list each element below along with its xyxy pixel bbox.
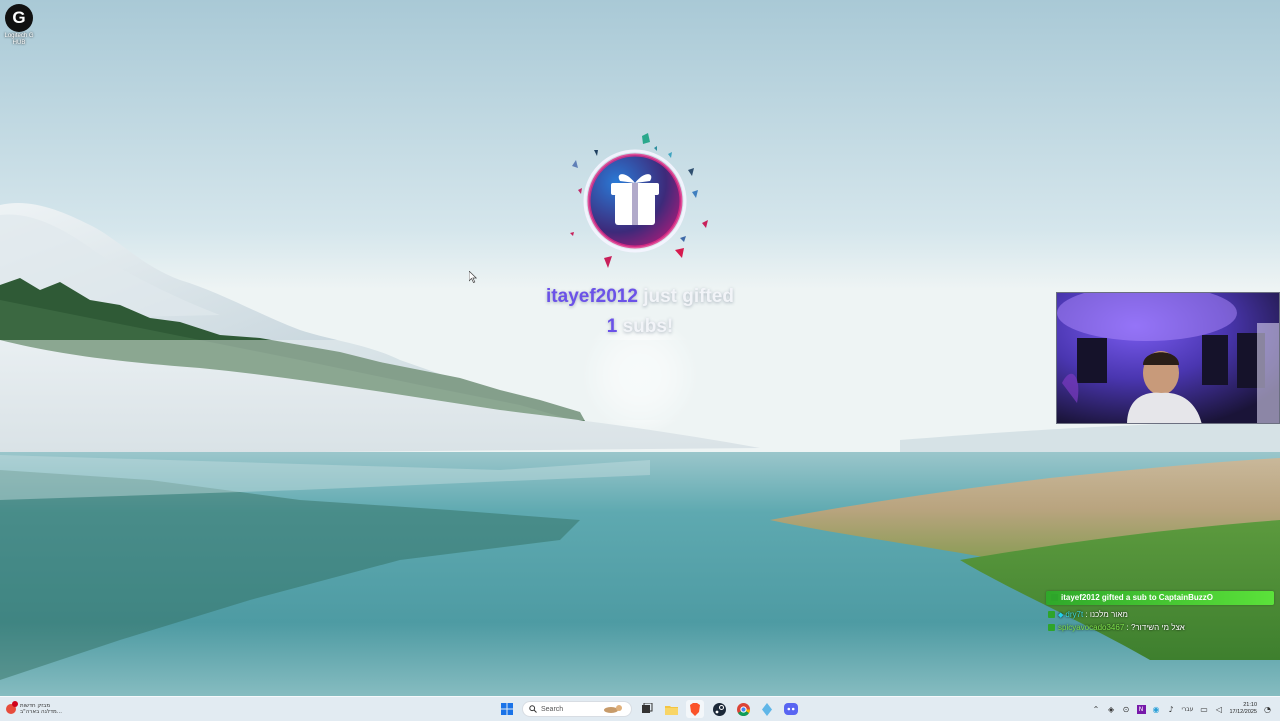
onenote-icon[interactable]: N (1136, 704, 1146, 714)
chat-text: ?אצל מי השידור (1130, 623, 1185, 632)
app-icon (762, 702, 772, 716)
volume-icon[interactable]: ◁ (1214, 705, 1223, 714)
task-view-button[interactable] (638, 700, 656, 718)
desktop-icon-logitech-g-hub[interactable]: G Logitech G HUB (2, 4, 36, 47)
webcam-feed (1057, 293, 1279, 423)
brave-button[interactable] (686, 700, 704, 718)
sub-gift-banner: itayef2012 gifted a sub to CaptainBuzzO (1046, 591, 1274, 605)
steam-button[interactable] (710, 700, 728, 718)
news-icon (6, 701, 18, 714)
sub-badge-icon (1051, 594, 1058, 602)
folder-icon (664, 705, 678, 715)
clock[interactable]: 21:10 17/12/2025 (1229, 702, 1257, 716)
start-button[interactable] (498, 700, 516, 718)
clock-time: 21:10 (1243, 702, 1257, 708)
clock-date: 17/12/2025 (1229, 709, 1257, 715)
file-explorer-button[interactable] (662, 700, 680, 718)
chat-overlay: itayef2012 gifted a sub to CaptainBuzzO … (1046, 591, 1274, 634)
alert-action: just gifted (643, 286, 734, 307)
webcam-overlay (1056, 292, 1280, 424)
alert-message: itayef2012 just gifted 1 subs! (520, 282, 760, 342)
gem-badge-icon: ◆ (1058, 612, 1064, 619)
tray-app-icon[interactable]: ◈ (1107, 705, 1116, 714)
chat-username: dry7t (1065, 610, 1084, 619)
banner-text: itayef2012 gifted a sub to CaptainBuzzO (1061, 593, 1214, 602)
discord-button[interactable] (782, 700, 800, 718)
gift-icon (570, 133, 708, 268)
news-line-2: מדלגה בארה"ב... (20, 709, 62, 715)
gift-sub-alert: itayef2012 just gifted 1 subs! (520, 128, 760, 342)
chat-text: מאור מלכנו (1089, 610, 1128, 619)
app-button[interactable] (758, 700, 776, 718)
steam-icon (712, 702, 726, 716)
mouse-cursor-icon (469, 271, 477, 283)
chrome-icon (736, 702, 750, 716)
chat-message: spicyavocado3467 : ?אצל מי השידור (1046, 621, 1274, 634)
color-app-icon[interactable]: ◉ (1152, 705, 1161, 714)
chat-message: ◆ dry7t : מאור מלכנו (1046, 608, 1274, 621)
search-icon (529, 705, 537, 713)
discord-icon (784, 703, 798, 715)
taskbar-search[interactable]: Search (522, 701, 632, 717)
alert-unit: subs! (622, 316, 674, 337)
search-highlight-icon (604, 705, 622, 713)
logitech-g-icon: G (5, 4, 33, 32)
language-indicator[interactable]: עברי (1182, 706, 1194, 713)
notification-bell-icon[interactable]: ◔ (1263, 705, 1272, 714)
windows-logo-icon (501, 703, 513, 715)
sub-badge-icon (1048, 624, 1055, 632)
taskbar-center: Search (498, 699, 800, 719)
microphone-icon[interactable]: ♪ (1167, 705, 1176, 714)
alert-username: itayef2012 (546, 286, 638, 307)
search-placeholder: Search (541, 705, 564, 713)
network-app-icon[interactable]: ⊙ (1122, 705, 1131, 714)
chat-username: spicyavocado3467 (1058, 623, 1125, 632)
news-widget-text: מבזק חדשות מדלגה בארה"ב... (20, 703, 62, 715)
system-tray: ⌃ ◈ ⊙ N ◉ ♪ עברי ▭ ◁ 21:10 17/12/2025 ◔ (1092, 699, 1272, 719)
taskbar: מבזק חדשות מדלגה בארה"ב... Search ⌃ ◈ ⊙ … (0, 696, 1280, 721)
display-icon[interactable]: ▭ (1199, 705, 1208, 714)
desktop-icon-label: Logitech G HUB (4, 33, 34, 46)
chevron-up-icon[interactable]: ⌃ (1092, 705, 1101, 714)
task-view-icon (642, 703, 653, 713)
sub-badge-icon (1048, 611, 1055, 619)
alert-count: 1 (606, 316, 618, 337)
brave-icon (690, 702, 700, 716)
news-widget[interactable]: מבזק חדשות מדלגה בארה"ב... (6, 700, 62, 718)
chrome-button[interactable] (734, 700, 752, 718)
